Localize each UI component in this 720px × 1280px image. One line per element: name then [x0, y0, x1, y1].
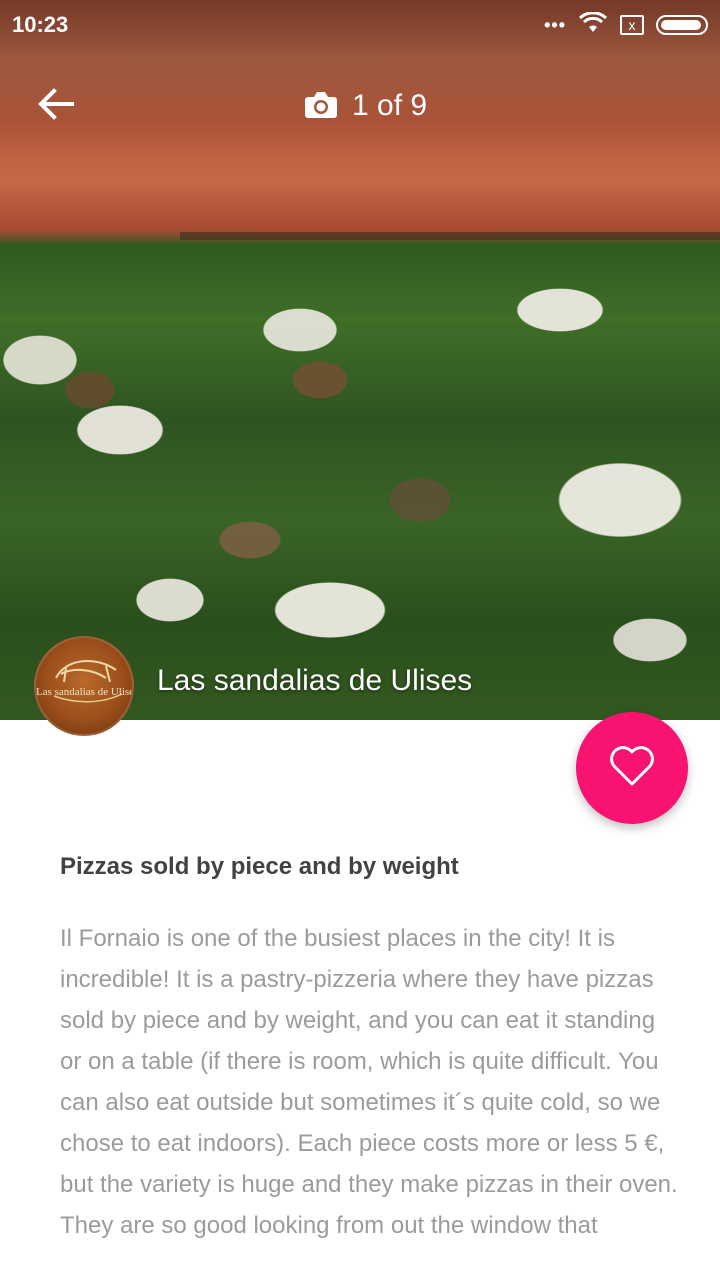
article-body: Il Fornaio is one of the busiest places …	[60, 925, 678, 1239]
favorite-button[interactable]	[576, 712, 688, 824]
restaurant-name: Las sandalias de Ulises	[157, 664, 473, 697]
photo-counter[interactable]: 1 of 9	[304, 86, 427, 126]
status-icons: ••• x	[544, 10, 708, 39]
photo-counter-text: 1 of 9	[352, 89, 428, 122]
sim-icon: x	[620, 15, 644, 35]
heart-outline-icon	[608, 744, 656, 793]
tray-edge	[180, 232, 720, 240]
article-headline: Pizzas sold by piece and by weight	[60, 853, 459, 880]
status-time: 10:23	[12, 12, 69, 37]
wifi-icon	[578, 10, 608, 39]
logo-text: Las sandalias de Ulises	[36, 686, 134, 698]
battery-icon	[656, 15, 708, 35]
back-button[interactable]	[34, 86, 78, 126]
more-dots: •••	[544, 14, 566, 35]
toolbar: 1 of 9	[0, 70, 720, 140]
restaurant-logo-avatar[interactable]: Las sandalias de Ulises	[34, 636, 134, 736]
status-bar: 10:23 ••• x	[0, 0, 720, 50]
article-content: Pizzas sold by piece and by weight Il Fo…	[60, 850, 680, 1246]
camera-icon	[304, 89, 338, 124]
arrow-left-icon	[38, 87, 74, 125]
